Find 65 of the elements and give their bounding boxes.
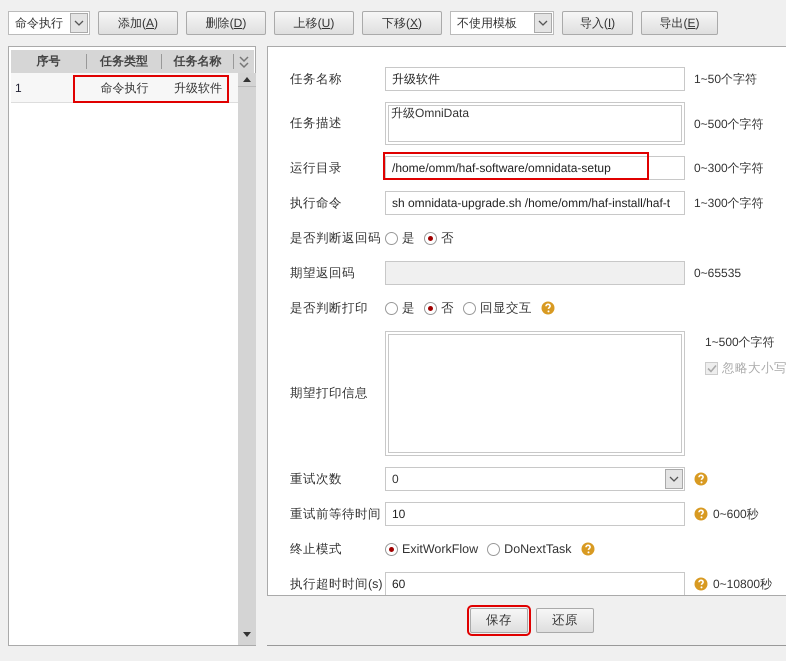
text-area[interactable] (385, 331, 685, 456)
column-header[interactable]: 任务类型 (87, 54, 162, 69)
text-area[interactable]: 升级OmniData (385, 102, 685, 145)
toolbar-button[interactable]: 添加(A) (98, 11, 178, 35)
dropdown[interactable]: 命令执行 (8, 11, 90, 35)
radio-button[interactable]: 否 (424, 228, 454, 248)
expand-icon[interactable] (239, 54, 249, 68)
field-label: 期望返回码 (290, 264, 356, 282)
column-header[interactable]: 任务名称 (162, 54, 234, 69)
radio-button[interactable]: 否 (424, 298, 454, 318)
radio-button[interactable]: DoNextTask (487, 540, 572, 558)
field-label: 重试前等待时间 (290, 506, 382, 523)
field-label: 期望打印信息 (290, 385, 369, 402)
radio-button[interactable]: 是 (385, 298, 415, 318)
scroll-down-icon[interactable] (243, 632, 251, 636)
hint-text: 0~600秒 (713, 506, 759, 523)
help-icon[interactable] (694, 507, 708, 521)
table-cell-text: 升级软件 (173, 80, 223, 96)
toolbar-button[interactable]: 下移(X) (362, 11, 442, 35)
field-label: 执行命令 (290, 194, 343, 212)
column-header[interactable]: 序号 (11, 54, 87, 69)
hint-text: 1~300个字符 (694, 195, 764, 212)
hint-text: 0~10800秒 (713, 576, 772, 593)
field-label: 任务描述 (290, 115, 343, 132)
hint-text: 1~500个字符 (705, 334, 776, 351)
field-label: 是否判断打印 (290, 300, 369, 317)
hint-text: 0~500个字符 (694, 116, 764, 132)
radio-button[interactable]: 是 (385, 228, 415, 248)
text-field[interactable]: 60 (385, 572, 685, 595)
hint-text: 1~50个字符 (694, 71, 758, 88)
text-field[interactable]: /home/omm/haf-software/omnidata-setup (385, 156, 685, 180)
help-icon[interactable] (541, 301, 555, 315)
hint-text: 0~300个字符 (694, 160, 764, 177)
field-label: 终止模式 (290, 540, 343, 558)
scrollbar[interactable] (238, 73, 256, 645)
field-label: 执行超时时间(s) (290, 576, 384, 593)
text-field[interactable]: 10 (385, 502, 685, 526)
table-cell-text: 1 (14, 80, 23, 96)
hint-text: 0~65535 (694, 265, 742, 282)
radio-button[interactable]: 回显交互 (463, 298, 532, 318)
text-field[interactable]: sh omnidata-upgrade.sh /home/omm/haf-install/haf-t (385, 191, 685, 215)
action-button[interactable]: 保存 (470, 608, 528, 633)
radio-button[interactable]: ExitWorkFlow (385, 540, 478, 558)
dropdown[interactable]: 0 (385, 467, 685, 491)
toolbar-button[interactable]: 导出(E) (641, 11, 718, 35)
field-label: 任务名称 (290, 70, 343, 88)
caret-icon (669, 476, 679, 482)
caret-icon (74, 20, 84, 26)
dropdown[interactable]: 不使用模板 (450, 11, 554, 35)
field-label: 重试次数 (290, 470, 343, 488)
help-icon[interactable] (694, 577, 708, 591)
caret-icon (538, 20, 548, 26)
toolbar-button[interactable]: 上移(U) (274, 11, 354, 35)
table-cell-text: 命令执行 (100, 80, 150, 96)
action-button[interactable]: 还原 (536, 608, 594, 633)
text-field[interactable]: 升级软件 (385, 67, 685, 91)
field-label: 是否判断返回码 (290, 230, 382, 247)
field-label: 运行目录 (290, 160, 343, 177)
help-icon[interactable] (694, 472, 708, 486)
scroll-up-icon[interactable] (243, 77, 251, 82)
table-row[interactable]: 1 命令执行 升级软件 (11, 73, 240, 103)
toolbar-button[interactable]: 导入(I) (562, 11, 633, 35)
toolbar-button[interactable]: 删除(D) (186, 11, 266, 35)
check-icon (706, 364, 716, 373)
help-icon[interactable] (580, 542, 595, 556)
